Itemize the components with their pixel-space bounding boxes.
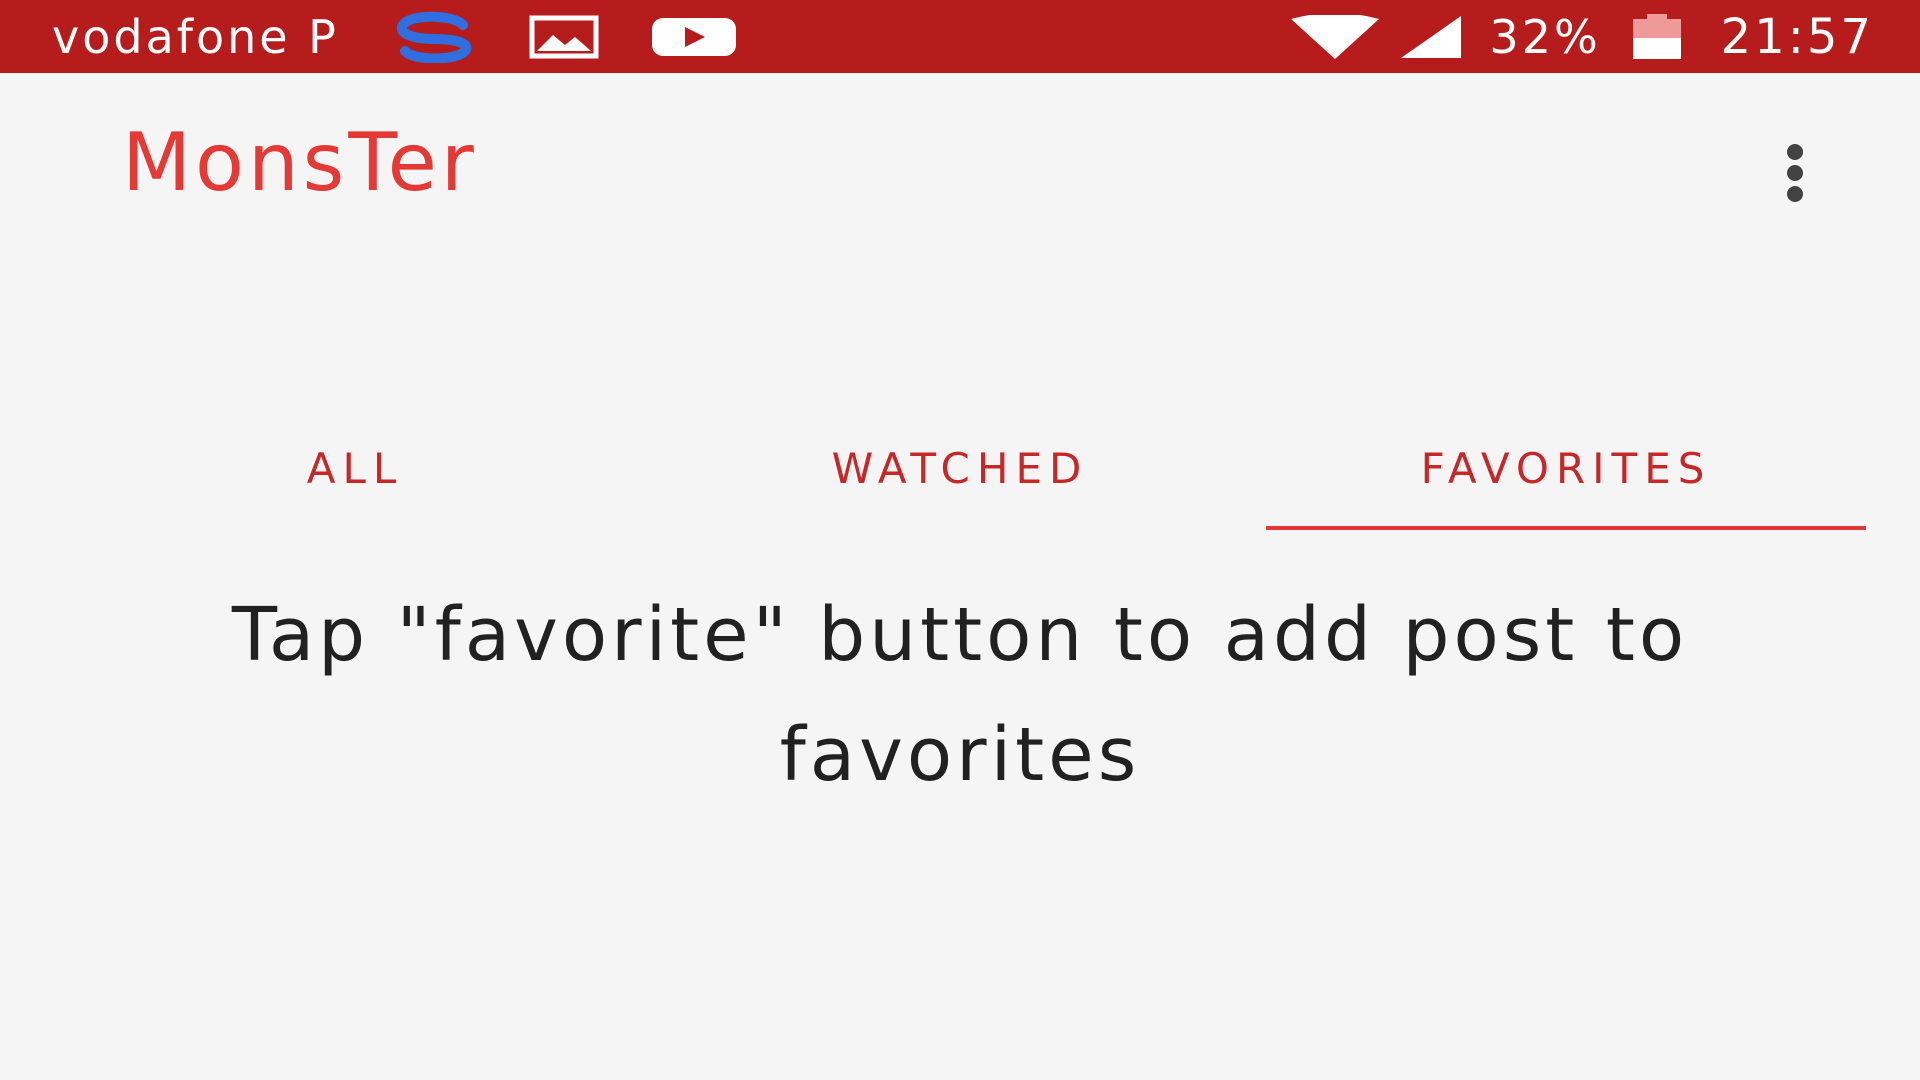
app-screen: vodafone P 32% 21:57 MonsTer ALL WATCHED… <box>0 0 1920 1080</box>
status-left-group: vodafone P <box>52 0 789 73</box>
youtube-play-icon <box>651 17 737 57</box>
tab-favorites[interactable]: FAVORITES <box>1266 405 1866 533</box>
tab-all[interactable]: ALL <box>155 405 555 533</box>
carrier-name: vodafone P <box>52 9 339 64</box>
sync-s-icon <box>391 11 477 63</box>
status-right-group: 32% 21:57 <box>1271 0 1874 73</box>
tab-watched-label: WATCHED <box>831 444 1089 493</box>
app-title: MonsTer <box>122 116 478 209</box>
gallery-image-icon <box>529 15 599 59</box>
wifi-icon <box>1291 14 1380 59</box>
battery-icon <box>1631 13 1683 60</box>
tab-favorites-label: FAVORITES <box>1420 444 1712 493</box>
empty-favorites-message: Tap "favorite" button to add post to fav… <box>231 592 1689 798</box>
overflow-menu-button[interactable] <box>1770 133 1820 213</box>
status-clock: 21:57 <box>1720 8 1874 65</box>
battery-percent: 32% <box>1489 9 1601 64</box>
cell-signal-icon <box>1399 14 1463 60</box>
tab-bar: ALL WATCHED FAVORITES <box>0 405 1920 535</box>
more-vert-icon <box>1787 144 1803 202</box>
app-bar: MonsTer <box>0 73 1920 263</box>
tab-selected-indicator <box>1266 526 1866 530</box>
tab-watched[interactable]: WATCHED <box>730 405 1190 533</box>
tab-all-label: ALL <box>306 444 404 493</box>
status-bar: vodafone P 32% 21:57 <box>0 0 1920 73</box>
